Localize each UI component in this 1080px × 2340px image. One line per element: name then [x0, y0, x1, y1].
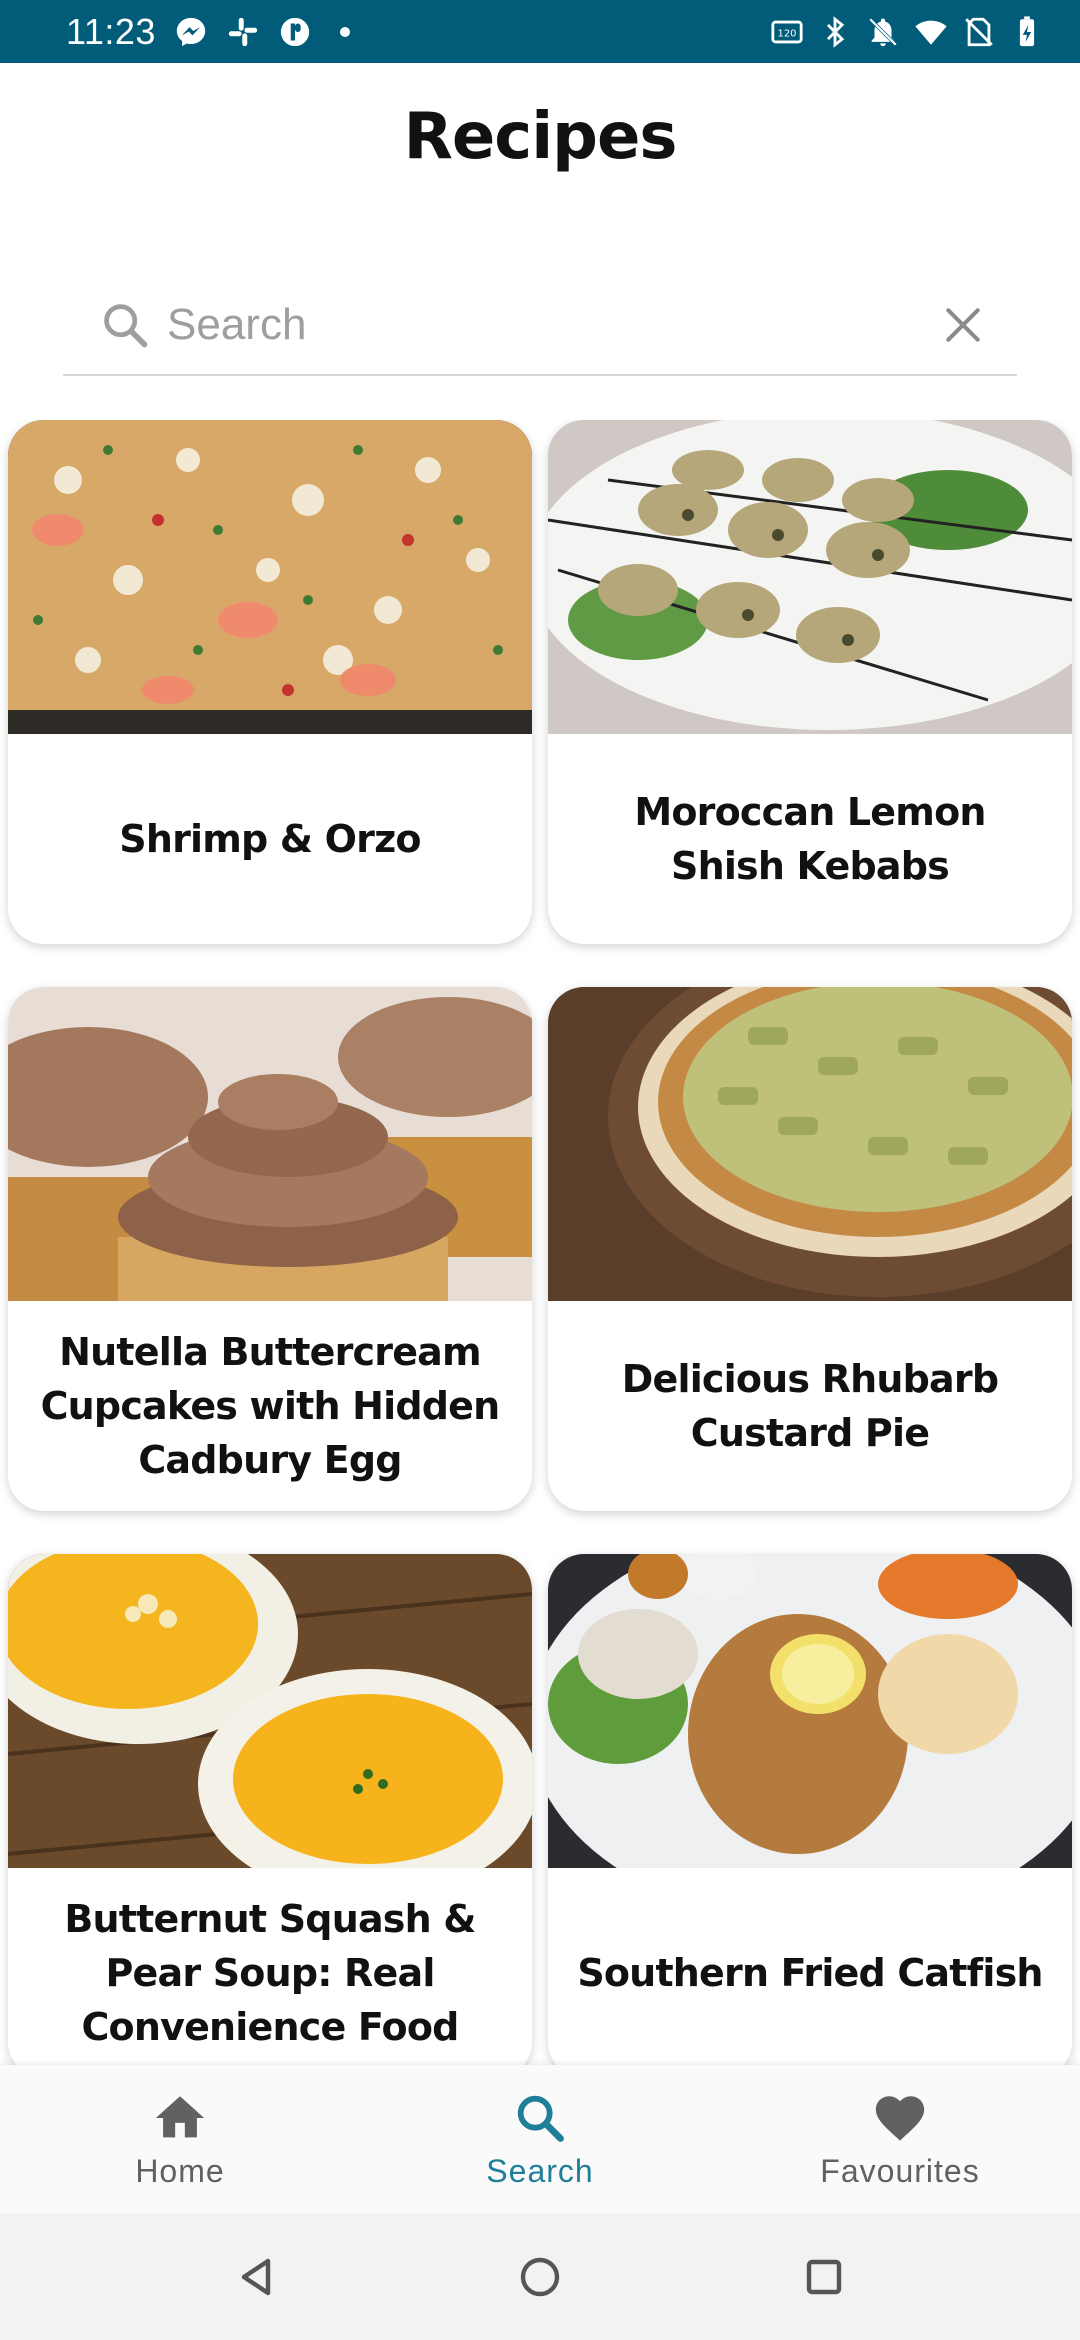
recipe-title: Delicious Rhubarb Custard Pie	[621, 1357, 999, 1455]
recipe-title: Shrimp & Orzo	[119, 817, 421, 861]
recipe-card[interactable]: Nutella Buttercream Cupcakes with Hidden…	[8, 987, 532, 1511]
recipe-image-shrimp-orzo	[8, 420, 532, 734]
recipe-card[interactable]: Butternut Squash & Pear Soup: Real Conve…	[8, 1554, 532, 2065]
home-icon	[155, 2095, 205, 2137]
nav-label-home: Home	[135, 2152, 225, 2189]
refresh-rate-icon: 120	[770, 15, 804, 49]
mute-icon	[866, 15, 900, 49]
search-icon	[517, 2095, 564, 2142]
recipe-image-rhubarb-pie	[548, 987, 1072, 1301]
bluetooth-icon	[818, 15, 852, 49]
pocket-icon	[278, 15, 312, 49]
recipe-grid[interactable]: Shrimp & Orzo Moroccan Lemon Shish Kebab…	[0, 420, 1080, 2065]
battery-icon	[1010, 15, 1044, 49]
svg-text:120: 120	[778, 28, 797, 39]
recipe-image-lemon-kebabs	[548, 420, 1072, 734]
status-bar: 11:23 120	[0, 0, 1080, 63]
close-icon[interactable]	[941, 303, 985, 347]
home-circle-icon[interactable]	[516, 2253, 564, 2301]
messenger-icon	[174, 15, 208, 49]
recipe-card[interactable]: Moroccan Lemon Shish Kebabs	[548, 420, 1072, 944]
recents-icon[interactable]	[800, 2253, 848, 2301]
recipe-title: Moroccan Lemon Shish Kebabs	[634, 790, 986, 888]
recipe-card[interactable]: Delicious Rhubarb Custard Pie	[548, 987, 1072, 1511]
wifi-icon	[914, 15, 948, 49]
heart-icon	[875, 2095, 925, 2141]
status-time: 11:23	[66, 10, 156, 52]
recipe-image-butternut-soup	[8, 1554, 532, 1868]
search-bar[interactable]	[63, 276, 1017, 376]
no-sim-icon	[962, 15, 996, 49]
recipe-image-fried-catfish	[548, 1554, 1072, 1868]
recipe-image-nutella-cupcakes	[8, 987, 532, 1301]
nav-label-search: Search	[486, 2152, 594, 2189]
bottom-nav: Home Search Favourites	[0, 2065, 1080, 2213]
notification-dot-icon	[339, 26, 350, 37]
recipe-title: Southern Fried Catfish	[577, 1951, 1043, 1995]
recipe-title: Butternut Squash & Pear Soup: Real Conve…	[64, 1897, 476, 2049]
search-icon	[104, 304, 148, 348]
nav-label-favourites: Favourites	[820, 2152, 980, 2189]
nav-item-favourites[interactable]: Favourites	[720, 2065, 1080, 2213]
search-input[interactable]	[167, 300, 927, 350]
slack-icon	[226, 15, 260, 49]
recipe-title: Nutella Buttercream Cupcakes with Hidden…	[40, 1330, 501, 1482]
recipe-card[interactable]: Shrimp & Orzo	[8, 420, 532, 944]
nav-item-home[interactable]: Home	[0, 2065, 360, 2213]
system-nav-bar	[0, 2213, 1080, 2340]
recipe-card[interactable]: Southern Fried Catfish	[548, 1554, 1072, 2065]
nav-item-search[interactable]: Search	[360, 2065, 720, 2213]
page-title: Recipes	[403, 100, 678, 174]
back-icon[interactable]	[232, 2253, 280, 2301]
